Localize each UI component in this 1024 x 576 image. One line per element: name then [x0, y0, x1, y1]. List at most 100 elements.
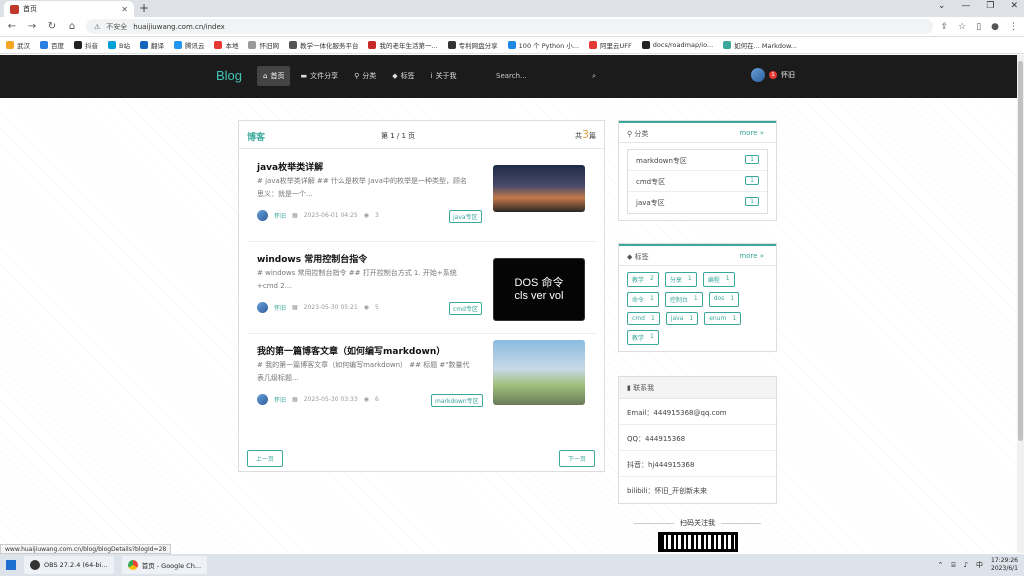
nav-item-tags[interactable]: ◆ 标签 [386, 66, 420, 86]
tag-item[interactable]: 分享 1 [664, 272, 697, 287]
network-icon[interactable]: ⌸ [951, 561, 955, 570]
tag-item[interactable]: 教学 2 [627, 272, 659, 287]
user-menu[interactable]: 1 怀旧 [751, 68, 795, 82]
close-icon[interactable]: ✕ [121, 5, 128, 14]
search-input[interactable]: Search... ⌕ [496, 69, 596, 83]
maximize-button[interactable]: ❐ [986, 1, 994, 11]
post-item[interactable]: java枚举类详解 # java枚举类详解 ## 什么是枚举 Java中的枚举是… [249, 150, 597, 242]
qr-code [657, 532, 738, 552]
total-prefix: 共 [575, 132, 582, 140]
scrollbar[interactable] [1017, 55, 1024, 553]
bookmark-item[interactable]: B站 [108, 40, 130, 50]
post-tag[interactable]: java专区 [449, 210, 482, 223]
post-author[interactable]: 怀旧 [274, 303, 286, 312]
bookmark-item[interactable]: 抖音 [74, 40, 98, 50]
nav-item-categories[interactable]: ⚲ 分类 [348, 66, 382, 86]
home-icon[interactable]: ⌂ [66, 21, 78, 32]
post-title[interactable]: java枚举类详解 [257, 160, 323, 173]
brand-logo[interactable]: Blog [216, 68, 242, 83]
input-method-icon[interactable]: 中 [976, 560, 983, 570]
bookmark-item[interactable]: 百度 [40, 40, 64, 50]
prev-page-button[interactable]: 上一页 [247, 450, 284, 467]
menu-icon[interactable]: ⋮ [1009, 22, 1018, 32]
category-count: 1 [745, 155, 759, 164]
post-item[interactable]: windows 常用控制台指令 # windows 常用控制台指令 ## 打开控… [249, 242, 597, 334]
bookmark-label: 如何在... Markdow... [734, 42, 797, 50]
tag-icon: ◆ [627, 253, 635, 261]
taskbar-app-obs[interactable]: OBS 27.2.4 (64-bi... [24, 556, 114, 574]
profile-icon[interactable]: ● [991, 22, 999, 32]
category-item[interactable]: cmd专区 1 [628, 171, 767, 192]
post-meta: 怀旧 ▦ 2023-05-30 03:33 ◉ 6 [257, 394, 379, 405]
thumbnail-caption: cls ver vol [514, 289, 564, 302]
bookmark-item[interactable]: 腾讯云 [173, 40, 204, 50]
close-window-button[interactable]: ✕ [1010, 1, 1018, 11]
bookmark-item[interactable]: 我的老年生活第一... [368, 40, 438, 50]
category-item[interactable]: markdown专区 1 [628, 150, 767, 171]
chevron-up-icon[interactable]: ⌃ [938, 561, 944, 569]
post-author[interactable]: 怀旧 [274, 395, 286, 404]
bookmark-item[interactable]: 怀旧网 [248, 40, 279, 50]
status-url: www.huaijiuwang.com.cn/blog/blogDetails?… [0, 544, 172, 554]
category-item[interactable]: java专区 1 [628, 192, 767, 213]
minimize-button[interactable]: — [961, 1, 970, 11]
scrollbar-thumb[interactable] [1018, 61, 1023, 441]
windows-start-icon[interactable] [6, 560, 16, 570]
bookmark-item[interactable]: 教学一体化服务平台 [288, 40, 358, 50]
bookmark-item[interactable]: docs/roadmap/io... [641, 41, 713, 49]
post-title[interactable]: 我的第一篇博客文章（如何编写markdown） [257, 344, 445, 357]
tag-item[interactable]: cmd 1 [627, 312, 660, 325]
reload-icon[interactable]: ↻ [46, 21, 58, 32]
tags-more-link[interactable]: more » [739, 252, 764, 260]
bookmark-item[interactable]: 武汉 [6, 40, 30, 50]
tag-count: 2 [650, 275, 654, 282]
next-page-button[interactable]: 下一页 [558, 450, 595, 467]
post-item[interactable]: 我的第一篇博客文章（如何编写markdown） # 我的第一篇博客文章（如何编写… [249, 334, 597, 426]
tag-item[interactable]: 控制台 1 [664, 292, 703, 307]
url-input[interactable]: ⚠ 不安全 huaijiuwang.com.cn/index [86, 19, 933, 34]
nav-item-files[interactable]: ▬ 文件分享 [294, 66, 344, 86]
tag-item[interactable]: 教学 1 [627, 330, 659, 345]
nav-item-about[interactable]: i 关于我 [425, 66, 463, 86]
share-icon[interactable]: ⇪ [941, 22, 949, 32]
post-tag[interactable]: cmd专区 [449, 302, 482, 315]
total-suffix: 篇 [589, 132, 596, 140]
post-thumbnail[interactable]: DOS 命令 cls ver vol [493, 258, 585, 321]
bookmark-item[interactable]: 100 个 Python 小... [507, 40, 579, 50]
chevron-down-icon[interactable]: ⌄ [938, 1, 946, 11]
back-icon[interactable]: ← [6, 21, 18, 32]
post-thumbnail[interactable] [493, 340, 585, 405]
tag-item[interactable]: java 1 [665, 312, 699, 325]
categories-more-link[interactable]: more » [739, 129, 764, 137]
nav-item-home[interactable]: ⌂ 首页 [257, 66, 291, 86]
star-icon[interactable]: ☆ [958, 22, 966, 32]
forward-icon[interactable]: → [26, 21, 38, 32]
calendar-icon: ▦ [292, 212, 298, 219]
search-icon[interactable]: ⌕ [592, 72, 596, 81]
site-navbar: Blog ⌂ 首页 ▬ 文件分享 ⚲ 分类 ◆ 标签 i 关于我 Search... ⌕ … [0, 55, 1017, 98]
tag-item[interactable]: 命令 1 [627, 292, 659, 307]
taskbar-app-label: OBS 27.2.4 (64-bi... [44, 561, 108, 569]
clock[interactable]: 17:29:26 2023/6/1 [991, 557, 1018, 573]
tag-item[interactable]: dos 1 [708, 292, 740, 307]
post-tag[interactable]: markdown专区 [431, 394, 483, 407]
bookmark-item[interactable]: 阿里云UFF [589, 40, 632, 50]
browser-tab[interactable]: 首页 ✕ [4, 1, 134, 17]
bookmark-item[interactable]: 本地 [214, 40, 238, 50]
tag-count: 1 [732, 315, 737, 322]
volume-icon[interactable]: ♪ [964, 561, 968, 569]
post-author[interactable]: 怀旧 [274, 211, 286, 220]
post-title[interactable]: windows 常用控制台指令 [257, 252, 367, 265]
taskbar-app-chrome[interactable]: 首页 - Google Ch... [121, 556, 208, 574]
post-thumbnail[interactable] [493, 165, 585, 212]
bookmark-item[interactable]: 翻译 [139, 40, 164, 50]
tag-name: 教学 [632, 277, 645, 284]
bookmark-item[interactable]: 专利网盘分享 [447, 40, 498, 50]
new-tab-button[interactable]: + [139, 1, 149, 15]
tag-count: 1 [689, 315, 694, 322]
tag-item[interactable]: 编程 1 [702, 272, 735, 287]
sidebar-icon[interactable]: ▯ [976, 22, 981, 32]
tag-item[interactable]: enum 1 [704, 312, 742, 325]
nav-menu: ⌂ 首页 ▬ 文件分享 ⚲ 分类 ◆ 标签 i 关于我 [257, 66, 463, 86]
bookmark-item[interactable]: 如何在... Markdow... [723, 40, 797, 50]
